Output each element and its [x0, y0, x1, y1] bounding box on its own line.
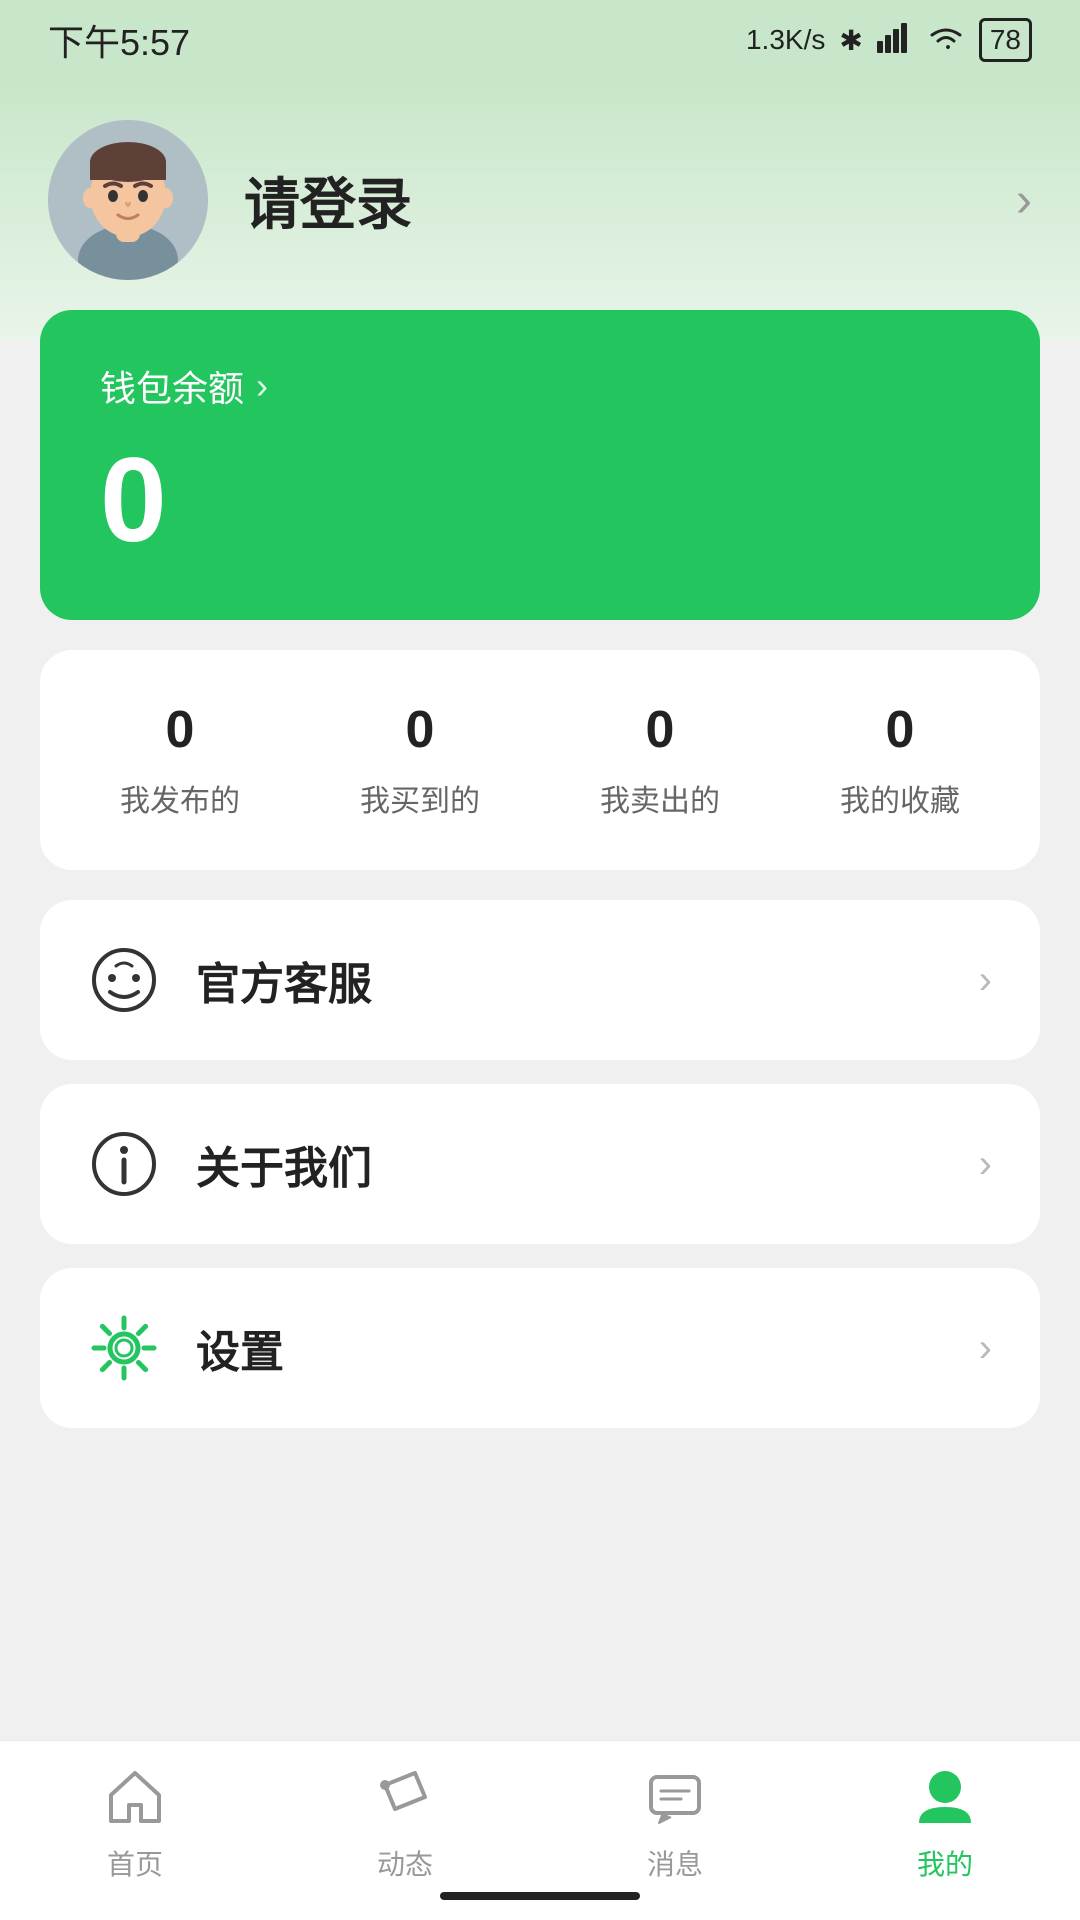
menu-text-customer-service: 官方客服 — [196, 948, 943, 1012]
stat-count: 0 — [886, 700, 915, 760]
nav-item-mine[interactable]: 我的 — [810, 1761, 1080, 1883]
customer-service-icon — [88, 944, 160, 1016]
battery-icon: 78 — [979, 18, 1032, 62]
menu-text-settings: 设置 — [196, 1316, 943, 1380]
status-time: 下午5:57 — [48, 14, 190, 66]
mine-icon — [909, 1761, 981, 1833]
stat-item[interactable]: 0 我买到的 — [360, 700, 480, 820]
profile-row[interactable]: 请登录 › — [48, 120, 1032, 280]
wallet-amount: 0 — [100, 440, 980, 560]
profile-chevron-icon: › — [1016, 173, 1032, 228]
nav-label-feed: 动态 — [377, 1843, 433, 1883]
stat-item[interactable]: 0 我卖出的 — [600, 700, 720, 820]
nav-label-mine: 我的 — [917, 1843, 973, 1883]
wifi-icon — [927, 21, 965, 60]
stat-label: 我买到的 — [360, 776, 480, 820]
stat-item[interactable]: 0 我发布的 — [120, 700, 240, 820]
nav-item-feed[interactable]: 动态 — [270, 1761, 540, 1883]
bottom-nav: 首页 动态 消息 我的 — [0, 1740, 1080, 1920]
menu-item-about-us[interactable]: 关于我们 › — [40, 1084, 1040, 1244]
menu-text-about-us: 关于我们 — [196, 1132, 943, 1196]
network-speed: 1.3K/s — [746, 24, 825, 56]
settings-icon — [88, 1312, 160, 1384]
stat-count: 0 — [166, 700, 195, 760]
menu-section: 官方客服 › 关于我们 › 设置 › — [40, 900, 1040, 1428]
stats-card: 0 我发布的 0 我买到的 0 我卖出的 0 我的收藏 — [40, 650, 1040, 870]
wallet-label: 钱包余额 › — [100, 360, 980, 412]
nav-indicator — [440, 1892, 640, 1900]
wallet-card[interactable]: 钱包余额 › 0 — [40, 310, 1040, 620]
menu-item-customer-service[interactable]: 官方客服 › — [40, 900, 1040, 1060]
bluetooth-icon: ✱ — [839, 24, 862, 57]
stat-item[interactable]: 0 我的收藏 — [840, 700, 960, 820]
about-us-icon — [88, 1128, 160, 1200]
home-icon — [99, 1761, 171, 1833]
stat-count: 0 — [646, 700, 675, 760]
feed-icon — [369, 1761, 441, 1833]
message-icon — [639, 1761, 711, 1833]
stat-count: 0 — [406, 700, 435, 760]
menu-chevron-about-us: › — [979, 1142, 992, 1187]
nav-label-message: 消息 — [647, 1843, 703, 1883]
login-prompt: 请登录 — [244, 160, 980, 241]
signal-icon — [877, 21, 913, 60]
avatar — [48, 120, 208, 280]
menu-chevron-customer-service: › — [979, 958, 992, 1003]
menu-item-settings[interactable]: 设置 › — [40, 1268, 1040, 1428]
nav-item-home[interactable]: 首页 — [0, 1761, 270, 1883]
menu-chevron-settings: › — [979, 1326, 992, 1371]
nav-label-home: 首页 — [107, 1843, 163, 1883]
status-bar: 下午5:57 1.3K/s ✱ 78 — [0, 0, 1080, 80]
wallet-chevron-icon: › — [256, 365, 268, 407]
stat-label: 我的收藏 — [840, 776, 960, 820]
nav-item-message[interactable]: 消息 — [540, 1761, 810, 1883]
header-area: 请登录 › — [0, 80, 1080, 340]
stat-label: 我卖出的 — [600, 776, 720, 820]
stat-label: 我发布的 — [120, 776, 240, 820]
status-icons: 1.3K/s ✱ 78 — [746, 18, 1032, 62]
